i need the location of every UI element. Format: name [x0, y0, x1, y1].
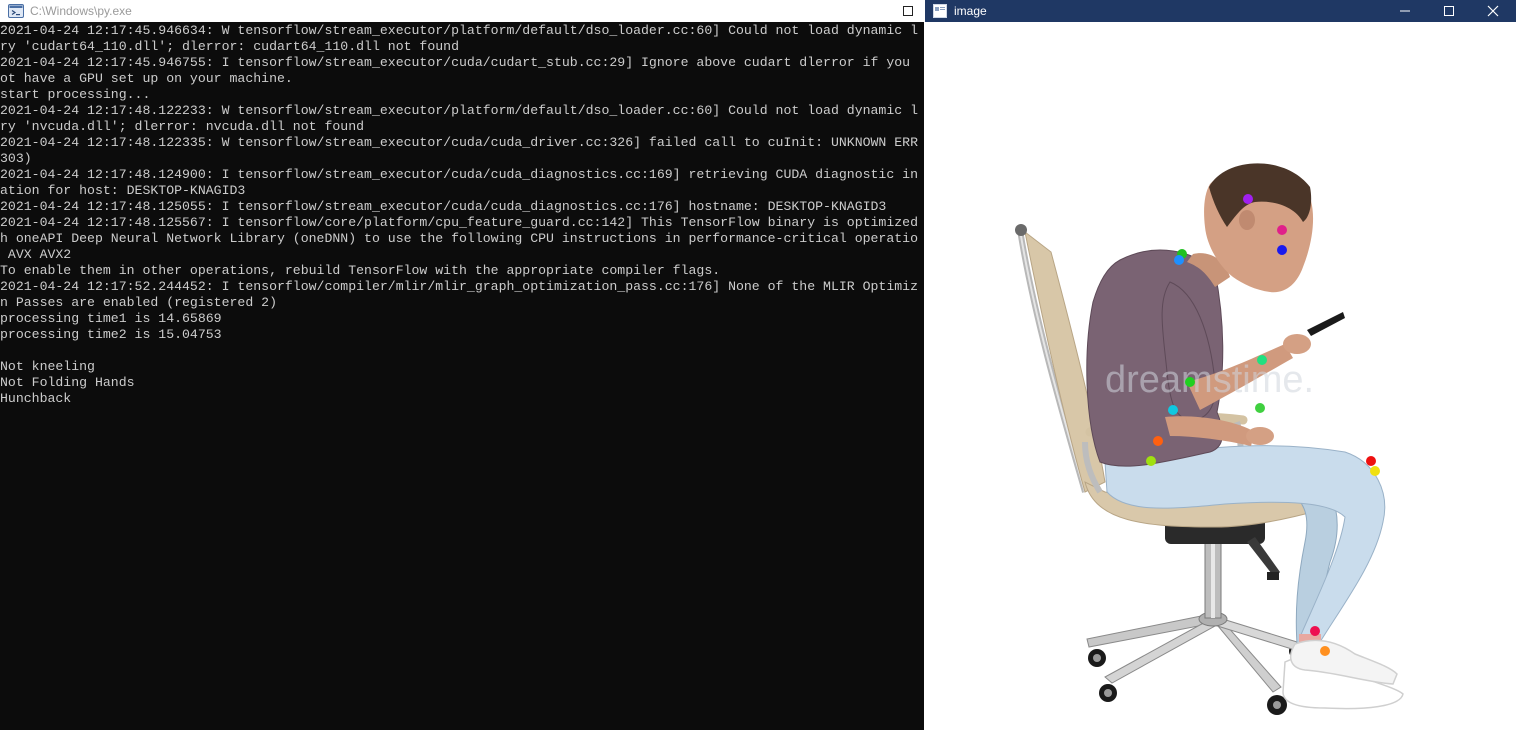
python-console-icon: [8, 4, 24, 18]
console-line: n Passes are enabled (registered 2): [0, 295, 277, 310]
close-button[interactable]: [1471, 0, 1515, 22]
console-line: Not Folding Hands: [0, 375, 135, 390]
watermark-text: dreamstime.: [1105, 359, 1314, 401]
console-line: 2021-04-24 12:17:48.124900: I tensorflow…: [0, 167, 918, 182]
console-line: 2021-04-24 12:17:48.125567: I tensorflow…: [0, 215, 918, 230]
keypoint-ankle-left: [1310, 626, 1320, 636]
console-line: Not kneeling: [0, 359, 95, 374]
console-output[interactable]: 2021-04-24 12:17:45.946634: W tensorflow…: [0, 23, 924, 730]
keypoint-ear: [1243, 194, 1253, 204]
keypoint-hip-right: [1146, 456, 1156, 466]
maximize-button[interactable]: [1427, 0, 1471, 22]
console-window[interactable]: C:\Windows\py.exe 2021-04-24 12:17:45.94…: [0, 0, 924, 730]
keypoint-ankle-right: [1320, 646, 1330, 656]
console-line: start processing...: [0, 87, 151, 102]
console-line: To enable them in other operations, rebu…: [0, 263, 721, 278]
pose-estimation-image: dreamstime.: [1015, 163, 1404, 715]
console-line: h oneAPI Deep Neural Network Library (on…: [0, 231, 918, 246]
console-line: ry 'nvcuda.dll'; dlerror: nvcuda.dll not…: [0, 119, 365, 134]
image-window-icon: [933, 4, 947, 18]
console-line: processing time2 is 15.04753: [0, 327, 222, 342]
keypoint-knee-right: [1370, 466, 1380, 476]
console-line: Hunchback: [0, 391, 72, 406]
maximize-icon: [1444, 6, 1454, 16]
maximize-icon: [903, 6, 913, 16]
console-line: processing time1 is 14.65869: [0, 311, 222, 326]
maximize-button[interactable]: [893, 0, 923, 22]
image-window[interactable]: image dreamstime.: [925, 0, 1516, 730]
keypoint-wrist-left: [1257, 355, 1267, 365]
console-line: 303): [0, 151, 32, 166]
console-line: 2021-04-24 12:17:45.946634: W tensorflow…: [0, 23, 918, 38]
image-titlebar[interactable]: image: [925, 0, 1516, 22]
console-line: ation for host: DESKTOP-KNAGID3: [0, 183, 246, 198]
console-window-title: C:\Windows\py.exe: [30, 4, 132, 18]
keypoint-knee-left: [1366, 456, 1376, 466]
console-titlebar[interactable]: C:\Windows\py.exe: [0, 0, 924, 22]
console-line: AVX AVX2: [0, 247, 72, 262]
console-line: 2021-04-24 12:17:45.946755: I tensorflow…: [0, 55, 911, 70]
console-line: 2021-04-24 12:17:48.122335: W tensorflow…: [0, 135, 918, 150]
console-line: ry 'cudart64_110.dll'; dlerror: cudart64…: [0, 39, 459, 54]
keypoint-elbow-left: [1185, 377, 1195, 387]
console-line: 2021-04-24 12:17:48.125055: I tensorflow…: [0, 199, 887, 214]
image-canvas[interactable]: dreamstime.: [925, 22, 1516, 730]
console-line: 2021-04-24 12:17:52.244452: I tensorflow…: [0, 279, 918, 294]
minimize-icon: [1400, 10, 1410, 12]
keypoint-elbow-right: [1168, 405, 1178, 415]
image-window-title: image: [954, 4, 987, 18]
close-icon: [1487, 5, 1499, 17]
keypoint-hip-left: [1153, 436, 1163, 446]
keypoint-nose: [1277, 245, 1287, 255]
minimize-button[interactable]: [1383, 0, 1427, 22]
console-line: 2021-04-24 12:17:48.122233: W tensorflow…: [0, 103, 918, 118]
keypoint-eye: [1277, 225, 1287, 235]
console-line: ot have a GPU set up on your machine.: [0, 71, 293, 86]
keypoint-shoulder-right: [1174, 255, 1184, 265]
keypoint-wrist-right: [1255, 403, 1265, 413]
